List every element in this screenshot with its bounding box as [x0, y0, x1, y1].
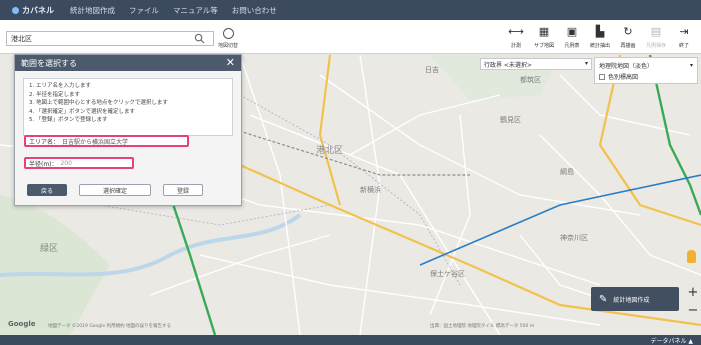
google-logo: Google: [8, 320, 36, 328]
area-name-label: エリア名：: [29, 138, 60, 146]
measure-label: 計測: [510, 43, 521, 49]
search-icon[interactable]: [194, 33, 205, 44]
nav-item-file[interactable]: ファイル: [129, 5, 159, 16]
dialog-buttons: 戻る 選択確定 登録: [27, 184, 203, 196]
sub-map-button[interactable]: ▦ サブ地図: [531, 23, 557, 53]
brand[interactable]: カバネル: [12, 5, 54, 16]
legend-label: 凡例表: [564, 43, 580, 49]
map-label-tsunashima: 綱島: [560, 168, 574, 176]
brand-name: カバネル: [22, 5, 54, 15]
map-switch-button[interactable]: 地図切替: [216, 26, 240, 52]
zoom-out-button[interactable]: −: [686, 303, 700, 318]
base-map-select[interactable]: 地理院地図（淡色） ▾: [599, 60, 693, 71]
shade-layer-checkbox[interactable]: [599, 73, 605, 80]
chevron-down-icon: ▾: [689, 62, 693, 69]
shade-layer-toggle[interactable]: 色別標高図: [599, 71, 693, 82]
nav-item-statistics-map[interactable]: 統計地図作成: [70, 5, 115, 16]
sub-map-label: サブ地図: [533, 43, 554, 49]
legend-button[interactable]: ▣ 凡例表: [559, 23, 585, 53]
back-button[interactable]: 戻る: [27, 184, 67, 196]
map-attribution[interactable]: 地図データ ©2019 Google 利用規約 地図の誤りを報告する: [48, 323, 171, 329]
brand-logo-icon: [12, 6, 19, 14]
shade-layer-label: 色別標高図: [608, 74, 639, 81]
street-view-icon[interactable]: [687, 250, 696, 263]
toolbar: 地図切替 ⟷ 計測 ▦ サブ地図 ▣ 凡例表 ▙ 統計抽出 ↻ 再描画: [0, 20, 701, 54]
refresh-label: 再描画: [620, 43, 636, 49]
measure-icon: ⟷: [508, 25, 524, 38]
map-label-shin-yokohama: 新横浜: [360, 186, 381, 194]
sub-map-icon: ▦: [538, 25, 550, 38]
register-button[interactable]: 登録: [163, 184, 203, 196]
search-input[interactable]: [6, 31, 214, 46]
instruction-item: 5. 「登録」ボタンで登録します: [29, 117, 108, 123]
instruction-item: 1. エリア名を入力します: [29, 83, 91, 89]
nav-item-contact[interactable]: お問い合わせ: [232, 5, 277, 16]
map-label-kanagawa: 神奈川区: [560, 234, 588, 242]
dialog-header: 範囲を選択する ✕: [15, 55, 241, 71]
save-icon: ▤: [650, 25, 662, 38]
pencil-icon: ✎: [599, 293, 608, 305]
instruction-item: 3. 地図上で範囲中心とする地点をクリックで選択します: [29, 100, 168, 106]
zoom-in-button[interactable]: +: [686, 285, 700, 300]
instruction-item: 4. 「選択確定」ボタンで選択を確定します: [29, 108, 135, 115]
confirm-selection-button[interactable]: 選択確定: [79, 184, 151, 196]
base-map-value: 地理院地図（淡色）: [599, 63, 654, 70]
refresh-button[interactable]: ↻ 再描画: [615, 23, 641, 53]
map-switch-label: 地図切替: [217, 43, 238, 49]
radius-field[interactable]: 半径(m)： 200: [24, 157, 134, 169]
app-window: カバネル 統計地図作成 ファイル マニュアル等 お問い合わせ 地図切替 ⟷ 計測…: [0, 0, 701, 345]
toolbar-tools: ⟷ 計測 ▦ サブ地図 ▣ 凡例表 ▙ 統計抽出 ↻ 再描画 ▤ 凡例保存 ⇥ …: [501, 23, 697, 53]
legend-icon: ▣: [566, 25, 578, 38]
map-label-hodogaya: 保土ケ谷区: [430, 270, 465, 278]
range-select-dialog: 範囲を選択する ✕ 1. エリア名を入力します 2. 半径を指定します 3. 地…: [14, 54, 242, 206]
tile-attribution: 出典：国土地理院 地理院タイル 標高データ 500 m: [430, 324, 535, 329]
data-panel-toggle[interactable]: データパネル ▲: [650, 336, 693, 345]
instruction-item: 2. 半径を指定します: [29, 91, 80, 98]
save-label: 凡例保存: [645, 43, 666, 49]
area-name-field[interactable]: エリア名： 日吉駅から横浜国立大学: [24, 135, 189, 147]
statistics-icon: ▙: [595, 25, 605, 38]
map-switch-icon: [222, 28, 234, 39]
bottom-bar: データパネル ▲: [0, 335, 701, 345]
refresh-icon: ↻: [623, 25, 633, 38]
map-label-tsuzuki: 都筑区: [520, 76, 541, 84]
close-icon[interactable]: ✕: [226, 56, 235, 69]
map-label-tsurumi: 鶴見区: [500, 116, 521, 124]
instructions-box: 1. エリア名を入力します 2. 半径を指定します 3. 地図上で範囲中心とする…: [23, 78, 233, 136]
map-label-kohoku: 港北区: [316, 146, 344, 156]
map-label-hiyoshi: 日吉: [425, 66, 439, 74]
admin-boundary-select[interactable]: 行政界 <未選択> ▾: [480, 58, 592, 70]
exit-button[interactable]: ⇥ 終了: [671, 23, 697, 53]
exit-label: 終了: [678, 43, 689, 49]
measure-button[interactable]: ⟷ 計測: [503, 23, 529, 53]
top-nav-bar: カバネル 統計地図作成 ファイル マニュアル等 お問い合わせ: [0, 0, 701, 20]
radius-value[interactable]: 200: [61, 160, 72, 167]
chevron-down-icon: ▾: [584, 60, 588, 67]
area-name-value[interactable]: 日吉駅から横浜国立大学: [62, 137, 128, 146]
statistics-button[interactable]: ▙ 統計抽出: [587, 23, 613, 53]
map-label-midori: 緑区: [40, 244, 59, 254]
nav-item-manual[interactable]: マニュアル等: [173, 5, 218, 16]
radius-label: 半径(m)：: [29, 160, 58, 168]
exit-icon: ⇥: [679, 25, 689, 38]
dialog-title: 範囲を選択する: [21, 58, 77, 68]
admin-boundary-value: 行政界 <未選択>: [484, 62, 532, 69]
save-button[interactable]: ▤ 凡例保存: [643, 23, 669, 53]
statistics-label: 統計抽出: [589, 43, 610, 49]
create-statistics-map-label: 統計地図作成: [613, 296, 650, 304]
create-statistics-map-button[interactable]: ✎ 統計地図作成: [591, 287, 679, 311]
layer-panel: 地理院地図（淡色） ▾ 色別標高図: [594, 57, 698, 84]
